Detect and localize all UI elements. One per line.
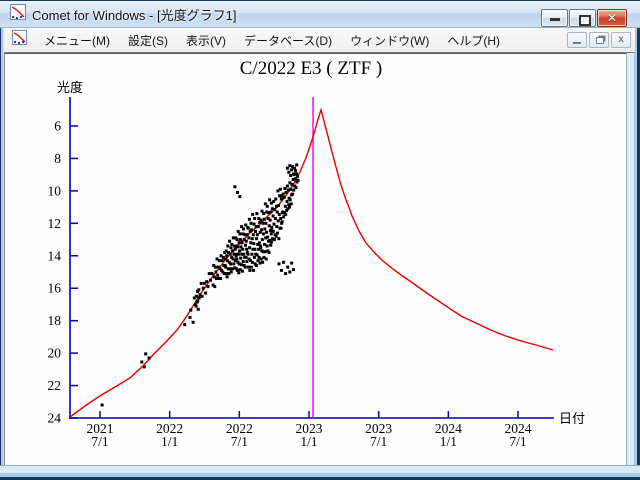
caption-buttons: ✕ [540, 9, 627, 27]
screen: { "window": { "title": "Comet for Window… [0, 0, 640, 480]
mdi-close-icon: x [618, 34, 624, 45]
menu-item-window[interactable]: ウィンドウ(W) [341, 29, 438, 52]
close-icon: ✕ [606, 11, 618, 25]
menu-item-help[interactable]: ヘルプ(H) [438, 29, 509, 52]
window-border-bottom [0, 465, 640, 480]
restore-button[interactable] [569, 9, 596, 27]
menu-item-settings[interactable]: 設定(S) [119, 29, 177, 52]
app-icon [10, 3, 26, 25]
minimize-icon [550, 18, 560, 21]
window-title: Comet for Windows - [光度グラフ1] [32, 7, 237, 23]
menu-item-view[interactable]: 表示(V) [177, 29, 235, 52]
restore-icon [579, 15, 591, 26]
menubar: メニュー(M) 設定(S) 表示(V) データベース(D) ウィンドウ(W) ヘ… [4, 28, 635, 53]
mdi-minimize-icon [573, 42, 581, 44]
minimize-button[interactable] [541, 9, 568, 27]
mdi-close-button[interactable]: x [611, 32, 631, 48]
window-border-right [626, 28, 640, 480]
menu-item-database[interactable]: データベース(D) [235, 29, 341, 52]
document-icon [12, 30, 27, 50]
mdi-minimize-button[interactable] [567, 32, 587, 48]
mdi-buttons: x [565, 32, 631, 48]
mdi-restore-icon [596, 37, 604, 44]
titlebar[interactable]: Comet for Windows - [光度グラフ1] ✕ [0, 0, 640, 28]
mdi-client-area [4, 53, 626, 465]
mdi-restore-button[interactable] [589, 32, 609, 48]
close-button[interactable]: ✕ [597, 9, 627, 27]
menu-item-menu[interactable]: メニュー(M) [35, 29, 119, 52]
